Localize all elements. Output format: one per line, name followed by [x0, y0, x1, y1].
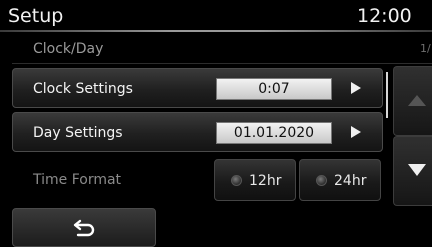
back-button[interactable] — [12, 208, 156, 247]
u-turn-back-icon — [73, 219, 95, 237]
time-format-12hr-button[interactable]: 12hr — [214, 159, 296, 201]
play-right-icon — [351, 126, 361, 138]
page-indicator: 1/ — [420, 42, 431, 55]
scroll-indicator — [386, 72, 388, 118]
day-settings-label: Day Settings — [33, 125, 123, 141]
time-format-label: Time Format — [33, 172, 122, 188]
status-clock: 12:00 — [357, 5, 412, 27]
day-settings-button[interactable]: Day Settings 01.01.2020 — [12, 112, 383, 152]
triangle-down-icon — [408, 164, 426, 176]
day-settings-value: 01.01.2020 — [216, 122, 332, 144]
scroll-up-button[interactable] — [393, 66, 432, 136]
triangle-up-icon — [408, 95, 426, 106]
clock-settings-value: 0:07 — [216, 78, 332, 100]
time-format-12hr-label: 12hr — [249, 173, 282, 189]
clock-settings-label: Clock Settings — [33, 81, 133, 97]
play-right-icon — [351, 82, 361, 94]
page-title: Setup — [8, 5, 64, 27]
section-divider — [12, 63, 432, 64]
header-divider — [0, 30, 432, 32]
section-title: Clock/Day — [33, 41, 104, 57]
radio-button-icon — [316, 175, 327, 186]
time-format-24hr-label: 24hr — [334, 173, 367, 189]
radio-button-icon — [231, 175, 242, 186]
scroll-down-button[interactable] — [393, 136, 432, 206]
clock-settings-button[interactable]: Clock Settings 0:07 — [12, 68, 383, 108]
time-format-24hr-button[interactable]: 24hr — [299, 159, 381, 201]
